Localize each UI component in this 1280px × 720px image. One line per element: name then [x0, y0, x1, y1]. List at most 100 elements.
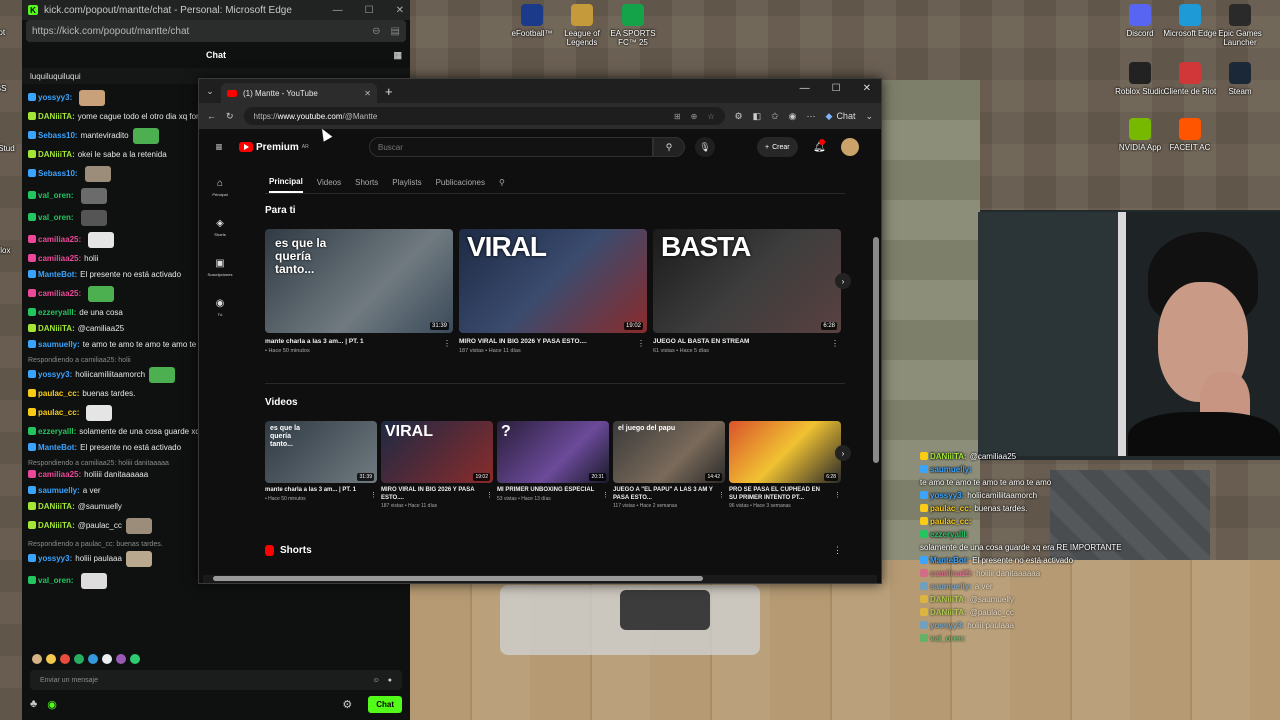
notifications-button[interactable]: 🔔︎ — [813, 138, 826, 153]
video-card[interactable]: 6:28 PRO SE PASA EL CUPHEAD EN SU PRIMER … — [729, 421, 841, 509]
more-options-icon[interactable]: ⋮ — [718, 491, 725, 499]
video-card[interactable]: es que la quería tanto... 31:39 mante char… — [265, 421, 377, 502]
chat-message[interactable]: camiliaa25: holiiii danitaaaaaa — [28, 470, 218, 480]
chat-username[interactable]: ManteBot: — [38, 443, 77, 452]
create-button[interactable]: + Crear — [757, 137, 798, 157]
more-options-icon[interactable]: ⋮ — [637, 339, 645, 348]
chat-message[interactable]: DANiiiTA: yome cague todo el otro dia xq … — [28, 112, 218, 122]
shelf-next-arrow[interactable]: › — [835, 273, 851, 289]
chat-username[interactable]: camiliaa25: — [38, 235, 81, 244]
kick-message-list[interactable]: yossyy3: DANiiiTA: yome cague todo el otro… — [28, 90, 218, 595]
video-thumbnail[interactable]: es que la quería tanto... 31:39 — [265, 229, 453, 333]
desktop-icon-8[interactable]: Steam — [1210, 62, 1270, 96]
chat-message[interactable]: ManteBot: El presente no está activado — [28, 443, 218, 453]
youtube-logo[interactable]: Premium AR — [239, 142, 309, 153]
chat-message[interactable]: Sebass10: — [28, 166, 218, 182]
desktop-left-label-3[interactable]: Roblox — [0, 246, 18, 255]
chat-message[interactable]: DANiiiTA: @camiliaa25 — [28, 324, 218, 334]
chat-message[interactable]: DANiiiTA: @saumuelly — [28, 502, 218, 512]
chat-username[interactable]: ManteBot: — [38, 270, 77, 279]
video-title[interactable]: MIRO VIRAL IN BIG 2026 Y PASA ESTO.... — [459, 338, 635, 346]
chat-username[interactable]: ezzeryalll: — [38, 308, 76, 317]
chat-username[interactable]: camiliaa25: — [38, 289, 81, 298]
tab-principal[interactable]: Principal — [269, 177, 303, 193]
chat-message[interactable]: DANiiiTA: okei le sabe a la retenida — [28, 150, 218, 160]
chat-message[interactable]: yossyy3: holiicamiliitaamorch — [28, 367, 218, 383]
video-thumbnail[interactable]: es que la quería tanto... 31:39 — [265, 421, 377, 483]
close-icon[interactable]: ✕ — [863, 83, 871, 94]
new-tab-icon[interactable]: + — [385, 84, 393, 99]
emote-icon[interactable] — [60, 654, 70, 664]
video-title[interactable]: JUEGO A "EL PAPU" A LAS 3 AM Y PASA ESTO… — [613, 487, 713, 502]
settings-gear-icon[interactable]: ⚙ — [342, 698, 352, 711]
video-thumbnail[interactable]: ? 20:31 — [497, 421, 609, 483]
app-icon[interactable]: ⊞ — [674, 112, 681, 121]
sidebar-item-principal[interactable]: ⌂ Principal — [199, 167, 241, 207]
emote-bar[interactable] — [32, 654, 140, 664]
minimize-icon[interactable]: — — [800, 83, 810, 94]
chat-username[interactable]: camiliaa25: — [38, 470, 81, 479]
chat-username[interactable]: ezzeryalll: — [38, 427, 76, 436]
emote-icon[interactable] — [46, 654, 56, 664]
chat-message[interactable]: val_oren: — [28, 573, 218, 589]
chat-username[interactable]: paulac_cc: — [38, 408, 79, 417]
emote-icon[interactable] — [32, 654, 42, 664]
chat-username[interactable]: val_oren: — [38, 213, 74, 222]
voice-search-button[interactable]: 🎙︎ — [695, 137, 715, 157]
chat-username[interactable]: val_oren: — [38, 576, 74, 585]
split-icon[interactable]: ◧ — [753, 111, 762, 122]
emote-icon[interactable] — [102, 654, 112, 664]
points-icon[interactable]: ◉ — [47, 698, 57, 711]
channel-search-icon[interactable]: ⚲ — [499, 178, 505, 192]
video-card[interactable]: ? 20:31 MI PRIMER UNBOXING ESPECIAL 53 vist… — [497, 421, 609, 502]
chat-username[interactable]: DANiiiTA: — [38, 502, 75, 511]
tab-shorts[interactable]: Shorts — [355, 178, 378, 192]
more-icon[interactable]: ⋯ — [807, 111, 816, 122]
more-options-icon[interactable]: ⋮ — [831, 339, 839, 348]
chat-username[interactable]: saumuelly: — [38, 486, 80, 495]
back-icon[interactable]: ← — [207, 111, 216, 121]
zoom-icon[interactable]: ⊖ — [372, 26, 380, 37]
desktop-icon-2[interactable]: EA SPORTS FC™ 25 — [603, 4, 663, 47]
users-icon[interactable]: ♣ — [30, 698, 37, 710]
video-title[interactable]: MIRO VIRAL IN BIG 2026 Y PASA ESTO.... — [381, 487, 481, 502]
maximize-icon[interactable]: ☐ — [365, 5, 374, 16]
chat-message[interactable]: ezzeryalll: solamente de una cosa guarde … — [28, 427, 218, 437]
chat-message[interactable]: yossyy3: — [28, 90, 218, 106]
chat-message[interactable]: saumuelly: te amo te amo te amo te amo te… — [28, 340, 218, 350]
chat-message[interactable]: Sebass10: manteviradito — [28, 128, 218, 144]
video-title[interactable]: JUEGO AL BASTA EN STREAM — [653, 338, 829, 346]
video-thumbnail[interactable]: el juego del papu 14:42 — [613, 421, 725, 483]
video-card[interactable]: VIRAL 19:02 MIRO VIRAL IN BIG 2026 Y PASA … — [381, 421, 493, 509]
video-card[interactable]: el juego del papu 14:42 JUEGO A "EL PAPU" … — [613, 421, 725, 509]
emote-icon[interactable] — [74, 654, 84, 664]
video-thumbnail[interactable]: VIRAL 19:02 — [459, 229, 647, 333]
favorites-icon[interactable]: ✩ — [771, 111, 779, 122]
address-bar[interactable]: https://www.youtube.com/@Mantte ⊞ ⊕ ☆ — [243, 107, 725, 125]
tab-youtube[interactable]: (1) Mantte - YouTube ✕ — [221, 83, 377, 103]
tab-close-icon[interactable]: ✕ — [364, 89, 371, 98]
chat-input[interactable]: Enviar un mensaje ☺ ● — [30, 670, 402, 690]
avatar[interactable] — [841, 138, 859, 156]
shorts-more-icon[interactable]: ⋮ — [833, 545, 842, 556]
chat-settings-icon[interactable]: ▦ — [393, 50, 402, 61]
video-card[interactable]: BASTA 6:28 JUEGO AL BASTA EN STREAM 61 vist… — [653, 229, 841, 354]
desktop-left-label-2[interactable]: Rob Stud — [0, 144, 18, 153]
maximize-icon[interactable]: ☐ — [832, 83, 841, 94]
chat-message[interactable]: camiliaa25: — [28, 232, 218, 248]
minimize-icon[interactable]: — — [333, 5, 343, 16]
desktop-icon-5[interactable]: Epic Games Launcher — [1210, 4, 1270, 47]
chat-message[interactable]: yossyy3: holiii paulaaa — [28, 551, 218, 567]
chat-message[interactable]: DANiiiTA: @paulac_cc — [28, 518, 218, 534]
hamburger-menu-icon[interactable]: ≡ — [199, 140, 239, 154]
tab-videos[interactable]: Videos — [317, 178, 341, 192]
chat-username[interactable]: DANiiiTA: — [38, 112, 75, 121]
kick-address-bar[interactable]: https://kick.com/popout/mantte/chat ⊖ ▤ — [26, 20, 406, 42]
sidebar-item-suscripciones[interactable]: ▣ Suscripciones — [199, 247, 241, 287]
chat-username[interactable]: camiliaa25: — [38, 254, 81, 263]
zoom-icon[interactable]: ⊕ — [691, 112, 698, 121]
chat-username[interactable]: DANiiiTA: — [38, 521, 75, 530]
vertical-scrollbar[interactable] — [873, 237, 879, 463]
send-icon[interactable]: ● — [388, 677, 392, 684]
chat-username[interactable]: val_oren: — [38, 191, 74, 200]
